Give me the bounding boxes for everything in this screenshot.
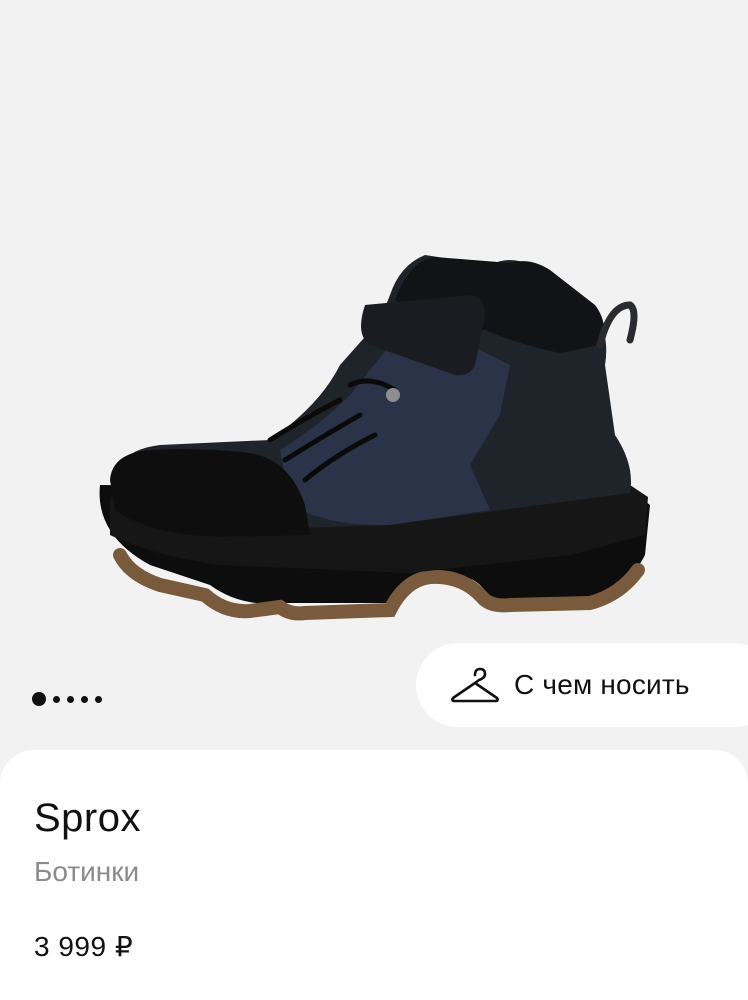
pagination-dot-active[interactable] [32, 692, 46, 706]
gallery-pagination[interactable] [32, 692, 102, 706]
product-gallery[interactable]: С чем носить [0, 0, 748, 760]
product-category: Ботинки [34, 856, 140, 887]
product-brand[interactable]: Sprox [34, 796, 141, 841]
product-price: 3 999 ₽ [34, 931, 134, 962]
what-to-wear-button[interactable]: С чем носить [416, 643, 748, 727]
what-to-wear-label: С чем носить [514, 669, 690, 700]
pagination-dot[interactable] [67, 695, 74, 703]
hanger-icon [451, 667, 499, 703]
pagination-dot[interactable] [53, 695, 60, 703]
pagination-dot[interactable] [95, 695, 102, 703]
product-image[interactable] [90, 235, 660, 625]
product-page: С чем носить Sprox Ботинки 3 999 ₽ [0, 0, 748, 1000]
pagination-dot[interactable] [81, 695, 88, 703]
